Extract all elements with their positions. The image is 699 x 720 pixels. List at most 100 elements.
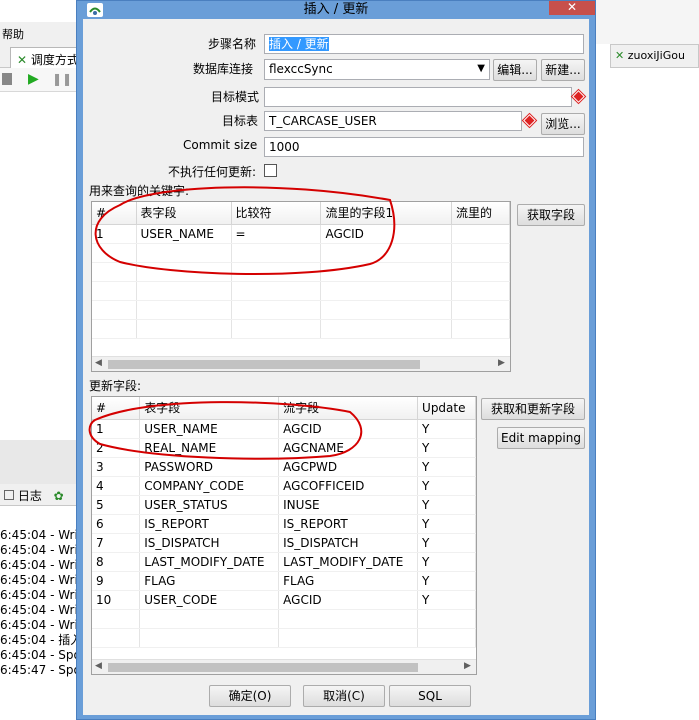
table-cell[interactable]: [417, 628, 476, 648]
table-cell[interactable]: [136, 300, 232, 320]
table-row[interactable]: [92, 628, 476, 648]
column-header[interactable]: #: [92, 202, 137, 225]
close-icon[interactable]: ✕: [549, 1, 595, 15]
chevron-down-icon[interactable]: ▼: [477, 62, 485, 76]
table-cell[interactable]: [320, 300, 452, 320]
table-cell[interactable]: USER_NAME: [136, 224, 232, 244]
save-icon[interactable]: [2, 73, 12, 85]
table-cell[interactable]: AGCOFFICEID: [278, 476, 419, 496]
table-row[interactable]: [92, 319, 510, 339]
table-cell[interactable]: 1: [92, 224, 137, 244]
no-update-checkbox[interactable]: [264, 164, 277, 177]
table-cell[interactable]: Y: [417, 571, 476, 591]
table-cell[interactable]: [320, 319, 452, 339]
table-cell[interactable]: Y: [417, 590, 476, 610]
table-cell[interactable]: [451, 243, 510, 263]
column-header[interactable]: 表字段: [139, 397, 280, 420]
table-cell[interactable]: 5: [92, 495, 141, 515]
table-cell[interactable]: FLAG: [278, 571, 419, 591]
table-cell[interactable]: Y: [417, 438, 476, 458]
table-cell[interactable]: IS_REPORT: [139, 514, 280, 534]
table-cell[interactable]: [320, 243, 452, 263]
column-header[interactable]: 表字段: [136, 202, 232, 225]
table-cell[interactable]: [451, 281, 510, 301]
menu-help[interactable]: 帮助: [2, 28, 24, 41]
target-schema-input[interactable]: [264, 87, 572, 107]
table-cell[interactable]: IS_DISPATCH: [139, 533, 280, 553]
table-cell[interactable]: Y: [417, 476, 476, 496]
table-cell[interactable]: [139, 609, 280, 629]
table-cell[interactable]: Y: [417, 552, 476, 572]
table-cell[interactable]: [136, 243, 232, 263]
table-row[interactable]: 3 PASSWORD AGCPWD Y: [92, 457, 476, 477]
table-row[interactable]: 5 USER_STATUS INUSE Y: [92, 495, 476, 515]
table-cell[interactable]: PASSWORD: [139, 457, 280, 477]
table-cell[interactable]: 6: [92, 514, 141, 534]
table-cell[interactable]: AGCID: [278, 590, 419, 610]
table-cell[interactable]: LAST_MODIFY_DATE: [139, 552, 280, 572]
table-cell[interactable]: AGCNAME: [278, 438, 419, 458]
column-header[interactable]: 流里的: [451, 202, 510, 225]
table-cell[interactable]: [231, 281, 322, 301]
table-cell[interactable]: Y: [417, 533, 476, 553]
log-tab[interactable]: 日志 ✿: [0, 484, 80, 506]
browse-table-button[interactable]: 浏览...: [541, 113, 585, 135]
table-cell[interactable]: [92, 300, 137, 320]
table-cell[interactable]: 1: [92, 419, 141, 439]
table-cell[interactable]: [92, 262, 137, 282]
scroll-thumb[interactable]: [108, 360, 420, 369]
table-row[interactable]: [92, 300, 510, 320]
column-header[interactable]: 流字段: [278, 397, 419, 420]
table-row[interactable]: [92, 281, 510, 301]
table-cell[interactable]: [320, 281, 452, 301]
table-cell[interactable]: [417, 609, 476, 629]
table-cell[interactable]: [278, 628, 419, 648]
table-cell[interactable]: =: [231, 224, 322, 244]
table-cell[interactable]: [451, 300, 510, 320]
sql-button[interactable]: SQL: [389, 685, 471, 707]
table-cell[interactable]: FLAG: [139, 571, 280, 591]
table-cell[interactable]: IS_DISPATCH: [278, 533, 419, 553]
table-cell[interactable]: AGCPWD: [278, 457, 419, 477]
table-cell[interactable]: [451, 262, 510, 282]
table-cell[interactable]: [136, 319, 232, 339]
column-header[interactable]: 流里的字段1: [320, 202, 452, 225]
dialog-titlebar[interactable]: 插入 / 更新 ✕: [77, 1, 595, 19]
step-metrics-icon[interactable]: ✿: [54, 489, 64, 503]
edit-mapping-button[interactable]: Edit mapping: [497, 427, 585, 449]
table-cell[interactable]: Y: [417, 514, 476, 534]
table-cell[interactable]: AGCID: [320, 224, 452, 244]
table-cell[interactable]: [139, 628, 280, 648]
table-row[interactable]: 1 USER_NAME AGCID Y: [92, 419, 476, 439]
table-cell[interactable]: [92, 319, 137, 339]
table-cell[interactable]: AGCID: [278, 419, 419, 439]
table-cell[interactable]: Y: [417, 419, 476, 439]
table-cell[interactable]: Y: [417, 457, 476, 477]
table-row[interactable]: 4 COMPANY_CODE AGCOFFICEID Y: [92, 476, 476, 496]
get-fields-button[interactable]: 获取字段: [517, 204, 585, 226]
table-row[interactable]: 9 FLAG FLAG Y: [92, 571, 476, 591]
table-cell[interactable]: 8: [92, 552, 141, 572]
get-update-fields-button[interactable]: 获取和更新字段: [481, 398, 585, 420]
table-row[interactable]: [92, 262, 510, 282]
table-cell[interactable]: COMPANY_CODE: [139, 476, 280, 496]
column-header[interactable]: #: [92, 397, 141, 420]
scroll-left-icon[interactable]: ◀: [95, 661, 102, 671]
table-cell[interactable]: 2: [92, 438, 141, 458]
lookup-keys-table[interactable]: # 表字段 比较符 流里的字段1 流里的 1 USER_NAME = AGCID ◀ ▶: [91, 201, 511, 372]
table-cell[interactable]: REAL_NAME: [139, 438, 280, 458]
table-cell[interactable]: [92, 628, 141, 648]
table-cell[interactable]: 3: [92, 457, 141, 477]
table-cell[interactable]: [320, 262, 452, 282]
scroll-right-icon[interactable]: ▶: [464, 661, 471, 671]
table-cell[interactable]: [231, 243, 322, 263]
ok-button[interactable]: 确定(O): [209, 685, 291, 707]
edit-connection-button[interactable]: 编辑...: [493, 59, 537, 81]
table-cell[interactable]: [136, 262, 232, 282]
pause-icon[interactable]: ❚❚: [52, 72, 72, 86]
play-icon[interactable]: ▶: [28, 71, 39, 87]
table-cell[interactable]: [92, 609, 141, 629]
target-table-input[interactable]: T_CARCASE_USER: [264, 111, 522, 131]
table-cell[interactable]: [451, 319, 510, 339]
table-cell[interactable]: 7: [92, 533, 141, 553]
